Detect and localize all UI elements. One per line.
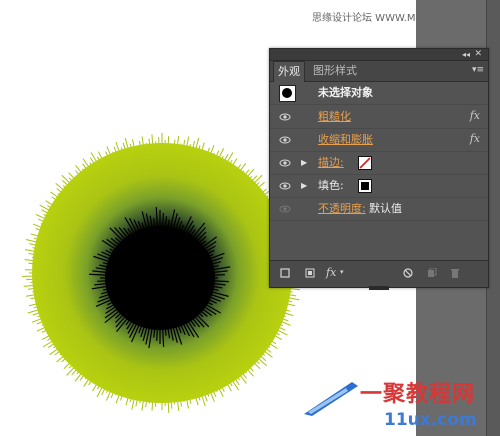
site-url-text: 11ux.com [384, 410, 477, 430]
site-logo-text: 一聚教程网 [360, 381, 476, 407]
site-watermark: 一聚教程网 11ux.com [300, 372, 500, 436]
effect-row-roughen[interactable]: 粗糙化 fx [270, 106, 488, 129]
appearance-panel: ◂◂ ✕ 外观 图形样式 ▾≡ 未选择对象 粗糙化 fx 收缩和膨胀 fx ▶ … [269, 48, 489, 290]
panel-bottom-toolbar: fx ▾ [270, 260, 488, 290]
tab-graphic-styles[interactable]: 图形样式 [309, 61, 361, 81]
collapse-icon[interactable]: ◂◂ [462, 49, 470, 60]
fx-icon[interactable]: fx [470, 109, 480, 122]
add-stroke-icon[interactable] [280, 268, 290, 278]
no-selection-row: 未选择对象 [270, 82, 488, 105]
fill-label: 填色: [318, 179, 344, 192]
stroke-row[interactable]: ▶ 描边: [270, 152, 488, 175]
duplicate-item-icon [428, 268, 437, 277]
fill-row[interactable]: ▶ 填色: [270, 175, 488, 198]
add-effect-fx-icon[interactable]: fx [326, 266, 336, 279]
stroke-swatch-none[interactable] [358, 156, 372, 170]
panel-resize-grip[interactable] [369, 286, 389, 290]
panel-menu-icon[interactable]: ▾≡ [472, 65, 484, 75]
panel-titlebar: ◂◂ ✕ [270, 49, 488, 61]
effect-row-pucker-bloat[interactable]: 收缩和膨胀 fx [270, 129, 488, 152]
roughen-effect-link[interactable]: 粗糙化 [318, 110, 351, 124]
expand-triangle-icon[interactable]: ▶ [301, 180, 307, 192]
fx-dropdown-icon[interactable]: ▾ [340, 268, 344, 276]
stroke-label-link[interactable]: 描边: [318, 156, 344, 170]
opacity-value: 默认值 [369, 202, 402, 215]
opacity-row[interactable]: 不透明度: 默认值 [270, 198, 488, 221]
expand-triangle-icon[interactable]: ▶ [301, 157, 307, 169]
fx-icon[interactable]: fx [470, 132, 480, 145]
tab-appearance[interactable]: 外观 [273, 61, 305, 82]
visibility-eye-icon[interactable] [279, 134, 291, 146]
no-selection-label: 未选择对象 [318, 86, 373, 99]
visibility-eye-icon-dim[interactable] [279, 203, 291, 215]
visibility-eye-icon[interactable] [279, 180, 291, 192]
clear-appearance-icon[interactable] [403, 268, 413, 278]
pen-logo-icon [304, 382, 358, 416]
close-icon[interactable]: ✕ [474, 49, 482, 60]
pucker-bloat-effect-link[interactable]: 收缩和膨胀 [318, 133, 373, 147]
fill-swatch-black[interactable] [358, 179, 372, 193]
visibility-eye-icon[interactable] [279, 157, 291, 169]
panel-tabs: 外观 图形样式 ▾≡ [270, 61, 488, 82]
opacity-label-link[interactable]: 不透明度: [318, 202, 366, 216]
object-thumbnail-icon [279, 85, 296, 102]
delete-item-icon [451, 269, 459, 278]
add-fill-icon[interactable] [305, 268, 315, 278]
visibility-eye-icon[interactable] [279, 111, 291, 123]
